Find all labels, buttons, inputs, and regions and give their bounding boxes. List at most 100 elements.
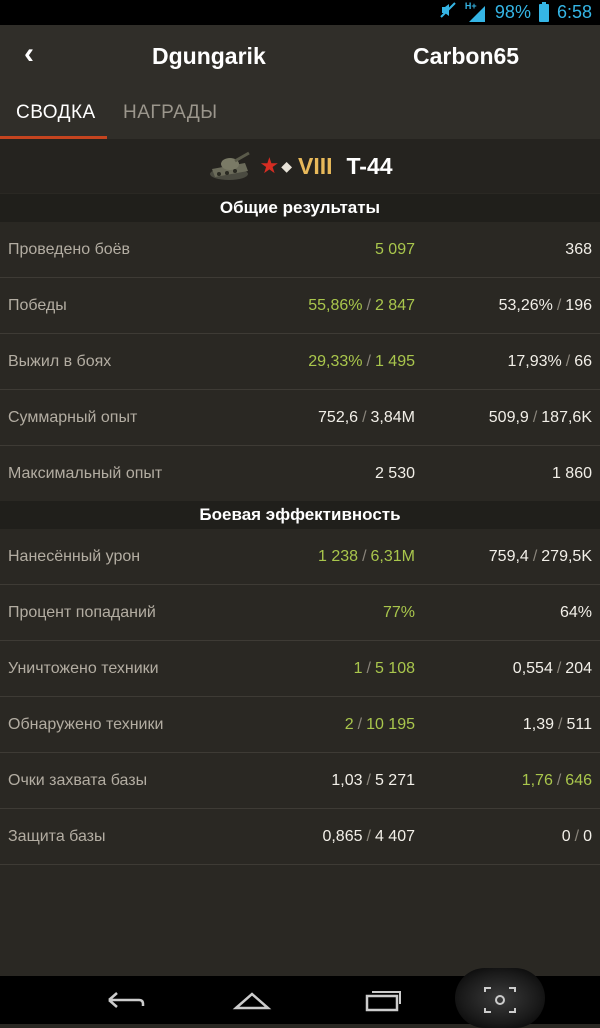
stat-value-part: 10 195 bbox=[366, 716, 415, 733]
stat-value-right: 759,4/279,5K bbox=[489, 529, 592, 585]
stat-value-part: 0 bbox=[561, 828, 571, 845]
value-separator: / bbox=[556, 660, 562, 677]
section-general-header: Общие результаты bbox=[0, 194, 600, 222]
stat-value-part: 1,76 bbox=[521, 772, 553, 789]
stat-row: Максимальный опыт 2 530 1 860 bbox=[0, 446, 600, 502]
tank-tier: VIII bbox=[297, 152, 333, 179]
stat-value-right: 1,39/511 bbox=[523, 697, 592, 753]
stat-value-right: 368 bbox=[565, 222, 592, 278]
stat-value-part: 3,84M bbox=[370, 409, 415, 426]
stat-label: Уничтожено техники bbox=[8, 660, 159, 677]
tank-title-bar: ★ ◆ VIII T-44 bbox=[0, 139, 600, 193]
stat-label: Очки захвата базы bbox=[8, 772, 148, 789]
stat-value-part: 759,4 bbox=[488, 548, 529, 565]
stat-value-part: 196 bbox=[565, 297, 592, 314]
value-separator: / bbox=[565, 353, 571, 370]
value-separator: / bbox=[357, 716, 363, 733]
stat-value-right: 0,554/204 bbox=[513, 641, 592, 697]
mute-icon bbox=[439, 1, 457, 24]
stat-row: Процент попаданий 77% 64% bbox=[0, 585, 600, 641]
stat-value-left: 2/10 195 bbox=[345, 697, 415, 753]
value-separator: / bbox=[574, 828, 580, 845]
stat-row: Проведено боёв 5 097 368 bbox=[0, 222, 600, 278]
battery-percent: 98% bbox=[494, 2, 531, 22]
value-separator: / bbox=[556, 297, 562, 314]
system-navigation-bar bbox=[0, 968, 600, 1028]
stat-value-left: 29,33%/1 495 bbox=[308, 334, 415, 390]
stat-value-right: 1,76/646 bbox=[522, 753, 592, 809]
nav-home-icon[interactable] bbox=[222, 984, 282, 1016]
stat-value-part: 0,865 bbox=[322, 828, 363, 845]
value-separator: / bbox=[366, 828, 371, 845]
value-separator: / bbox=[558, 716, 563, 733]
stat-value-part: 5 271 bbox=[374, 772, 415, 789]
value-separator: / bbox=[362, 409, 367, 426]
stat-value-part: 53,26% bbox=[498, 297, 553, 314]
value-separator: / bbox=[366, 772, 371, 789]
stat-label: Выжил в боях bbox=[8, 353, 112, 370]
stat-value-part: 0 bbox=[583, 828, 592, 845]
value-separator: / bbox=[366, 660, 371, 677]
clock: 6:58 bbox=[556, 2, 592, 22]
stat-value-left: 0,865/4 407 bbox=[322, 809, 415, 865]
stat-value-left: 5 097 bbox=[375, 222, 415, 278]
nav-recent-apps-icon[interactable] bbox=[352, 984, 412, 1016]
value-separator: / bbox=[362, 548, 367, 565]
nav-back-icon[interactable] bbox=[95, 984, 155, 1016]
player-left-name: Dgungarik bbox=[152, 43, 266, 69]
stat-row: Обнаружено техники 2/10 195 1,39/511 bbox=[0, 697, 600, 753]
tank-name: T-44 bbox=[346, 152, 393, 179]
stat-value-right: 53,26%/196 bbox=[499, 278, 592, 334]
stat-value-part: 17,93% bbox=[507, 353, 562, 370]
stat-value-part: 2 530 bbox=[374, 465, 415, 482]
stat-value-part: 509,9 bbox=[488, 409, 529, 426]
stat-value-part: 5 097 bbox=[374, 241, 415, 258]
stat-label: Максимальный опыт bbox=[8, 465, 163, 482]
value-separator: / bbox=[532, 409, 538, 426]
value-separator: / bbox=[366, 353, 371, 370]
stat-row: Победы 55,86%/2 847 53,26%/196 bbox=[0, 278, 600, 334]
stat-value-part: 187,6K bbox=[541, 409, 592, 426]
stat-value-left: 77% bbox=[383, 585, 415, 641]
value-separator: / bbox=[532, 548, 538, 565]
tab-bar: СВОДКА НАГРАДЫ bbox=[0, 87, 600, 139]
stat-value-part: 6,31M bbox=[370, 548, 415, 565]
stat-label: Суммарный опыт bbox=[8, 409, 138, 426]
screenshot-icon[interactable] bbox=[470, 984, 530, 1016]
stat-value-right: 1 860 bbox=[552, 446, 592, 502]
stat-value-right: 0/0 bbox=[562, 809, 592, 865]
status-bar: H+ 98% 6:58 bbox=[0, 0, 600, 25]
stat-value-left: 1,03/5 271 bbox=[331, 753, 415, 809]
stat-row: Суммарный опыт 752,6/3,84M 509,9/187,6K bbox=[0, 390, 600, 446]
stat-value-part: 1,39 bbox=[522, 716, 555, 733]
stat-value-part: 1 495 bbox=[374, 353, 415, 370]
compare-header: ‹ Dgungarik Carbon65 bbox=[0, 25, 600, 87]
stat-value-right: 64% bbox=[560, 585, 592, 641]
stat-value-part: 2 bbox=[344, 716, 354, 733]
section-combat-header: Боевая эффективность bbox=[0, 501, 600, 529]
stat-value-part: 204 bbox=[565, 660, 592, 677]
stat-row: Уничтожено техники 1/5 108 0,554/204 bbox=[0, 641, 600, 697]
stat-value-part: 4 407 bbox=[374, 828, 415, 845]
stat-value-left: 1/5 108 bbox=[354, 641, 415, 697]
stat-label: Проведено боёв bbox=[8, 241, 131, 258]
stat-value-right: 509,9/187,6K bbox=[489, 390, 592, 446]
stat-value-part: 2 847 bbox=[374, 297, 415, 314]
nation-star-icon: ★ bbox=[259, 153, 280, 178]
stat-value-part: 1,03 bbox=[331, 772, 363, 789]
value-separator: / bbox=[556, 772, 562, 789]
stat-label: Обнаружено техники bbox=[8, 716, 164, 733]
stat-value-part: 279,5K bbox=[541, 548, 592, 565]
tab-summary[interactable]: СВОДКА bbox=[16, 102, 96, 124]
stat-value-part: 66 bbox=[574, 353, 592, 370]
stat-row: Выжил в боях 29,33%/1 495 17,93%/66 bbox=[0, 334, 600, 390]
back-button[interactable]: ‹ bbox=[24, 37, 34, 71]
stat-value-left: 2 530 bbox=[375, 446, 415, 502]
signal-icon: H+ bbox=[465, 1, 487, 22]
stat-value-part: 1 238 bbox=[318, 548, 359, 565]
stat-value-left: 752,6/3,84M bbox=[318, 390, 415, 446]
stat-value-part: 5 108 bbox=[374, 660, 415, 677]
stat-label: Нанесённый урон bbox=[8, 548, 141, 565]
stat-value-part: 1 860 bbox=[551, 465, 592, 482]
tab-awards[interactable]: НАГРАДЫ bbox=[123, 102, 218, 124]
